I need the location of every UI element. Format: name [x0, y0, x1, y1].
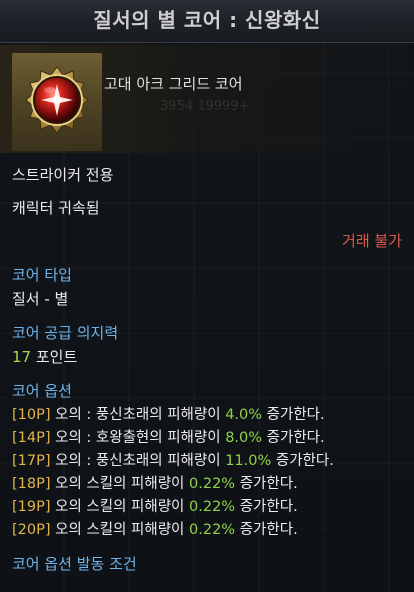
background-ghost-text: 3954 19999+	[160, 99, 250, 114]
core-option-row: [20P] 오의 스킬의 피해량이 0.22% 증가한다.	[12, 520, 402, 540]
option-value: 0.22%	[189, 499, 236, 515]
item-header: 고대 아크 그리드 코어 3954 19999+	[0, 45, 414, 153]
class-requirement: 스트라이커 전용	[12, 166, 114, 184]
core-option-row: [10P] 오의 : 풍신초래의 피해량이 4.0% 증가한다.	[12, 405, 402, 425]
item-icon-frame	[12, 53, 102, 151]
option-point-tag: [19P]	[12, 499, 51, 515]
core-options-heading: 코어 옵션	[12, 382, 72, 400]
option-suffix: 증가한다.	[271, 453, 334, 469]
core-options-list: [10P] 오의 : 풍신초래의 피해량이 4.0% 증가한다. [14P] 오…	[12, 405, 402, 540]
core-type-heading: 코어 타입	[12, 266, 72, 284]
tooltip-title: 질서의 별 코어 : 신왕화신	[0, 0, 414, 43]
option-text: 오의 스킬의 피해량이	[50, 499, 190, 515]
core-option-row: [17P] 오의 : 풍신초래의 피해량이 11.0% 증가한다.	[12, 451, 402, 471]
option-text: 오의 : 호왕출현의 피해량이	[50, 430, 226, 446]
willpower-unit: 포인트	[31, 348, 78, 366]
option-point-tag: [17P]	[12, 453, 51, 469]
core-option-row: [19P] 오의 스킬의 피해량이 0.22% 증가한다.	[12, 497, 402, 517]
core-option-row: [14P] 오의 : 호왕출현의 피해량이 8.0% 증가한다.	[12, 428, 402, 448]
option-value: 0.22%	[189, 522, 236, 538]
option-point-tag: [10P]	[12, 407, 51, 423]
option-value: 4.0%	[225, 407, 263, 423]
option-suffix: 증가한다.	[235, 476, 298, 492]
option-text: 오의 : 풍신초래의 피해량이	[50, 453, 226, 469]
item-tooltip: 질서의 별 코어 : 신왕화신 고대 아크 그리드 코어 3954 19999+…	[0, 0, 414, 592]
option-suffix: 증가한다.	[235, 522, 298, 538]
option-value: 0.22%	[189, 476, 236, 492]
option-text: 오의 스킬의 피해량이	[50, 522, 190, 538]
tooltip-body: 스트라이커 전용 캐릭터 귀속됨 거래 불가 코어 타입 질서 - 별 코어 공…	[0, 165, 414, 574]
bound-status: 캐릭터 귀속됨	[12, 199, 100, 217]
option-value: 8.0%	[225, 430, 263, 446]
option-conditions-heading: 코어 옵션 발동 조건	[12, 555, 137, 573]
trade-status: 거래 불가	[342, 232, 402, 250]
option-text: 오의 : 풍신초래의 피해량이	[50, 407, 226, 423]
willpower-heading: 코어 공급 의지력	[12, 324, 119, 342]
willpower-value: 17 포인트	[12, 347, 402, 367]
option-point-tag: [14P]	[12, 430, 51, 446]
option-point-tag: [18P]	[12, 476, 51, 492]
option-suffix: 증가한다.	[262, 407, 325, 423]
option-text: 오의 스킬의 피해량이	[50, 476, 190, 492]
willpower-amount: 17	[12, 348, 32, 366]
item-name: 고대 아크 그리드 코어	[104, 75, 243, 93]
core-type-value: 질서 - 별	[12, 290, 69, 308]
option-point-tag: [20P]	[12, 522, 51, 538]
core-option-row: [18P] 오의 스킬의 피해량이 0.22% 증가한다.	[12, 474, 402, 494]
option-suffix: 증가한다.	[235, 499, 298, 515]
option-suffix: 증가한다.	[262, 430, 325, 446]
red-star-core-icon	[25, 66, 89, 134]
option-value: 11.0%	[225, 453, 272, 469]
